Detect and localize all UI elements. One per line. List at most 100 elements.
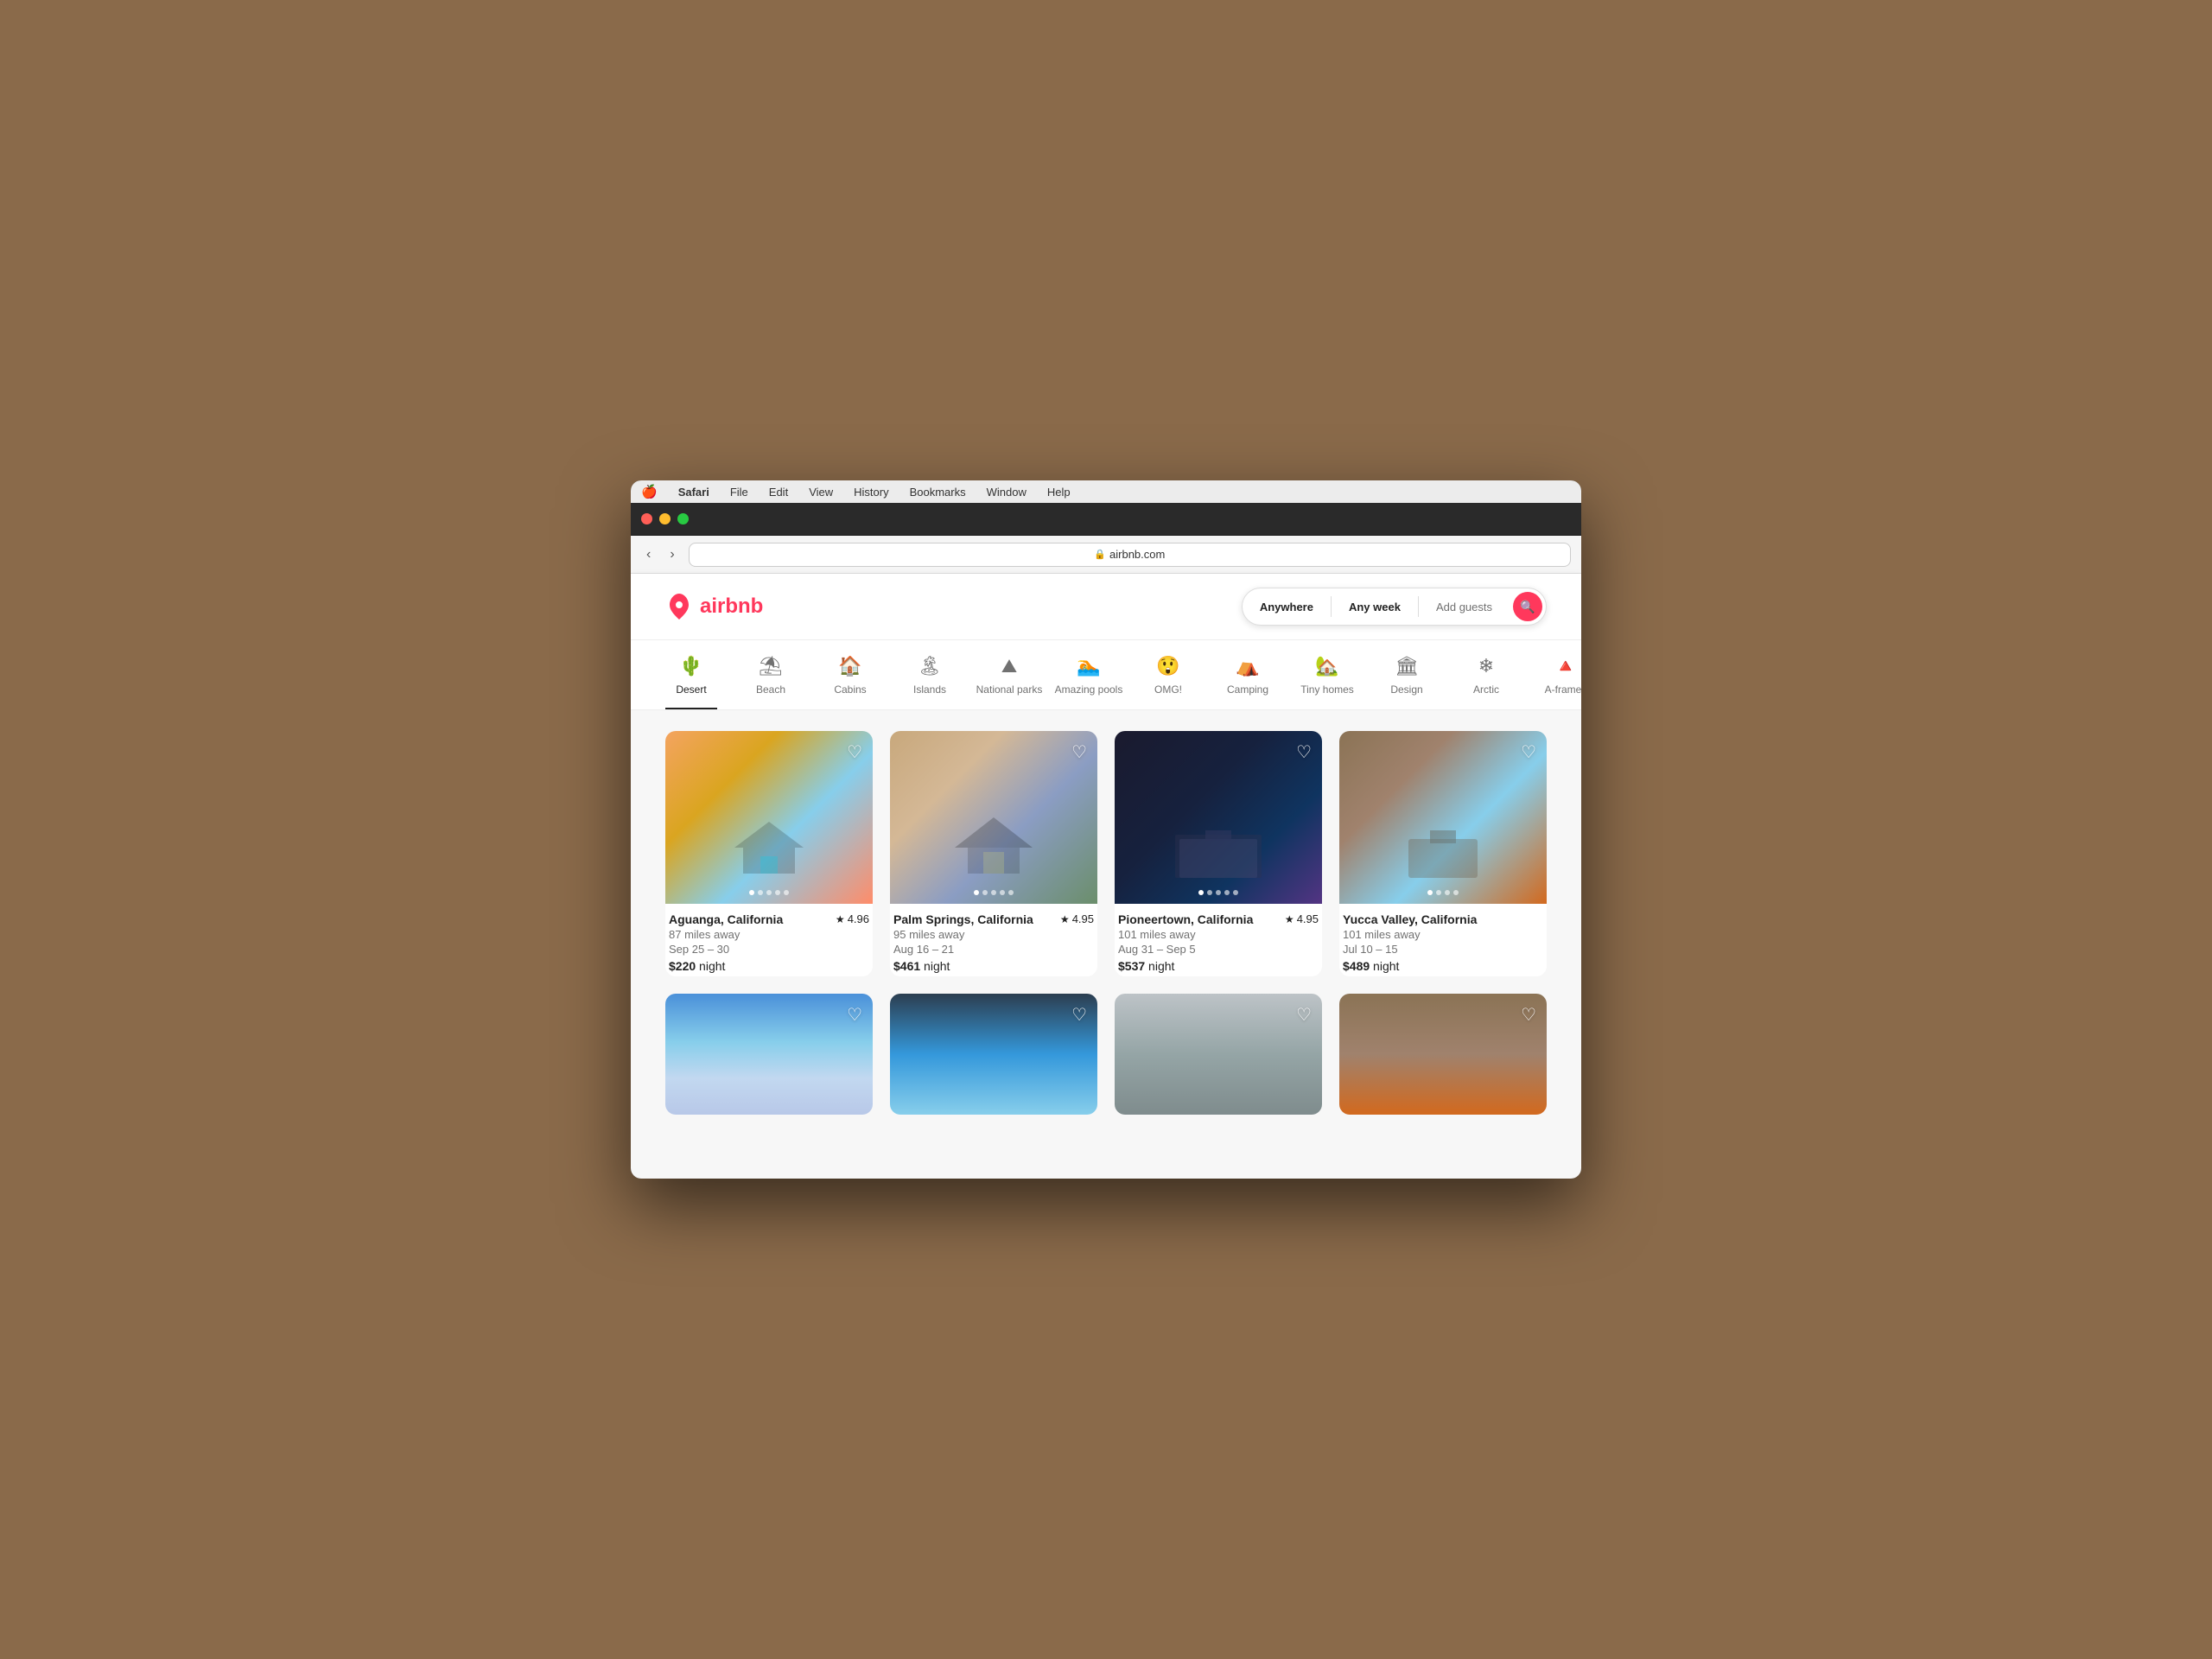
category-islands-label: Islands <box>913 683 946 696</box>
wishlist-button-5[interactable]: ♡ <box>847 1004 862 1026</box>
night-label-1: night <box>699 959 725 973</box>
category-arctic[interactable]: ❄ Arctic <box>1460 654 1512 709</box>
house-silhouette <box>730 817 808 878</box>
dot <box>775 890 780 895</box>
airbnb-logo[interactable]: airbnb <box>665 593 763 620</box>
house-silhouette-4 <box>1404 826 1482 878</box>
dot <box>1453 890 1459 895</box>
address-bar[interactable]: 🔒 airbnb.com <box>689 543 1571 567</box>
star-icon-1: ★ <box>836 913 845 925</box>
listings-section: ♡ <box>631 710 1581 1135</box>
star-icon-3: ★ <box>1285 913 1294 925</box>
edit-menu[interactable]: Edit <box>766 484 791 500</box>
listing-card-6[interactable]: ♡ <box>890 994 1097 1115</box>
wishlist-button-4[interactable]: ♡ <box>1521 741 1536 763</box>
arctic-icon: ❄ <box>1478 654 1494 678</box>
wishlist-button-7[interactable]: ♡ <box>1296 1004 1312 1026</box>
category-national-parks[interactable]: ⛰ National parks <box>983 654 1035 709</box>
category-a-frames[interactable]: 🔺 A-frames <box>1540 654 1581 709</box>
wishlist-button-3[interactable]: ♡ <box>1296 741 1312 763</box>
listing-location-4: Yucca Valley, California <box>1343 912 1477 926</box>
search-button[interactable]: 🔍 <box>1513 592 1542 621</box>
category-design-label: Design <box>1390 683 1422 696</box>
forward-button[interactable]: › <box>664 543 679 566</box>
listing-card-5[interactable]: ♡ <box>665 994 873 1115</box>
house-silhouette-2 <box>950 809 1037 878</box>
search-bar[interactable]: Anywhere Any week Add guests 🔍 <box>1242 588 1547 626</box>
wishlist-button-2[interactable]: ♡ <box>1071 741 1087 763</box>
listing-price-2: $461 night <box>893 959 1094 973</box>
dot <box>766 890 772 895</box>
listing-header-4: Yucca Valley, California <box>1343 912 1543 926</box>
listing-image-4: ♡ <box>1339 731 1547 904</box>
dot <box>1233 890 1238 895</box>
window-menu[interactable]: Window <box>983 484 1030 500</box>
safari-menu[interactable]: Safari <box>675 484 713 500</box>
category-omg[interactable]: 😲 OMG! <box>1142 654 1194 709</box>
listing-rating-1: ★ 4.96 <box>836 912 869 925</box>
camping-icon: ⛺ <box>1236 654 1259 678</box>
category-camping[interactable]: ⛺ Camping <box>1222 654 1274 709</box>
listing-card-8[interactable]: ♡ <box>1339 994 1547 1115</box>
wishlist-button-8[interactable]: ♡ <box>1521 1004 1536 1026</box>
bookmarks-menu[interactable]: Bookmarks <box>906 484 969 500</box>
guests-label: Add guests <box>1436 601 1492 613</box>
listing-dates-1: Sep 25 – 30 <box>669 943 869 956</box>
listing-info-3: Pioneertown, California ★ 4.95 101 miles… <box>1115 904 1322 976</box>
listing-card-1[interactable]: ♡ <box>665 731 873 976</box>
mac-window: 🍎 Safari File Edit View History Bookmark… <box>631 480 1581 1179</box>
dot <box>982 890 988 895</box>
listing-card-2[interactable]: ♡ <box>890 731 1097 976</box>
title-bar <box>631 503 1581 536</box>
category-beach-label: Beach <box>756 683 785 696</box>
category-desert[interactable]: 🌵 Desert <box>665 654 717 709</box>
night-label-3: night <box>1148 959 1174 973</box>
wishlist-button-1[interactable]: ♡ <box>847 741 862 763</box>
guests-segment[interactable]: Add guests <box>1419 592 1510 622</box>
price-value-4: $489 <box>1343 959 1370 973</box>
tiny-homes-icon: 🏡 <box>1315 654 1338 678</box>
listings-row-2: ♡ ♡ ♡ ♡ <box>665 994 1547 1115</box>
safari-toolbar: ‹ › 🔒 airbnb.com <box>631 536 1581 574</box>
listing-distance-2: 95 miles away <box>893 928 1094 941</box>
price-value-3: $537 <box>1118 959 1145 973</box>
category-cabins-label: Cabins <box>834 683 866 696</box>
category-islands[interactable]: 🏝 Islands <box>904 654 956 709</box>
logo-text: airbnb <box>700 594 763 619</box>
listing-distance-1: 87 miles away <box>669 928 869 941</box>
dot <box>1436 890 1441 895</box>
view-menu[interactable]: View <box>805 484 836 500</box>
menu-bar: 🍎 Safari File Edit View History Bookmark… <box>631 480 1581 503</box>
category-tiny-homes[interactable]: 🏡 Tiny homes <box>1301 654 1353 709</box>
minimize-button[interactable] <box>659 513 671 524</box>
dot <box>1198 890 1204 895</box>
back-button[interactable]: ‹ <box>641 543 656 566</box>
category-beach[interactable]: ⛱ Beach <box>745 654 797 709</box>
category-arctic-label: Arctic <box>1473 683 1499 696</box>
history-menu[interactable]: History <box>850 484 892 500</box>
apple-menu[interactable]: 🍎 <box>638 482 661 501</box>
category-cabins[interactable]: 🏠 Cabins <box>824 654 876 709</box>
close-button[interactable] <box>641 513 652 524</box>
file-menu[interactable]: File <box>727 484 752 500</box>
maximize-button[interactable] <box>677 513 689 524</box>
listing-card-7[interactable]: ♡ <box>1115 994 1322 1115</box>
design-icon: 🏛 <box>1395 654 1419 678</box>
price-value-1: $220 <box>669 959 696 973</box>
help-menu[interactable]: Help <box>1044 484 1074 500</box>
anywhere-segment[interactable]: Anywhere <box>1243 592 1331 622</box>
category-tiny-homes-label: Tiny homes <box>1300 683 1354 696</box>
category-amazing-pools[interactable]: 🏊 Amazing pools <box>1063 654 1115 709</box>
listing-location-3: Pioneertown, California <box>1118 912 1253 926</box>
listing-card-3[interactable]: ♡ <box>1115 731 1322 976</box>
omg-icon: 😲 <box>1156 654 1179 678</box>
any-week-segment[interactable]: Any week <box>1332 592 1418 622</box>
listing-card-4[interactable]: ♡ Yucca V <box>1339 731 1547 976</box>
dot <box>1224 890 1230 895</box>
wishlist-button-6[interactable]: ♡ <box>1071 1004 1087 1026</box>
url-text[interactable]: airbnb.com <box>1109 548 1165 561</box>
dot <box>1445 890 1450 895</box>
listing-image-3: ♡ <box>1115 731 1322 904</box>
category-design[interactable]: 🏛 Design <box>1381 654 1433 709</box>
listing-image-5: ♡ <box>665 994 873 1115</box>
